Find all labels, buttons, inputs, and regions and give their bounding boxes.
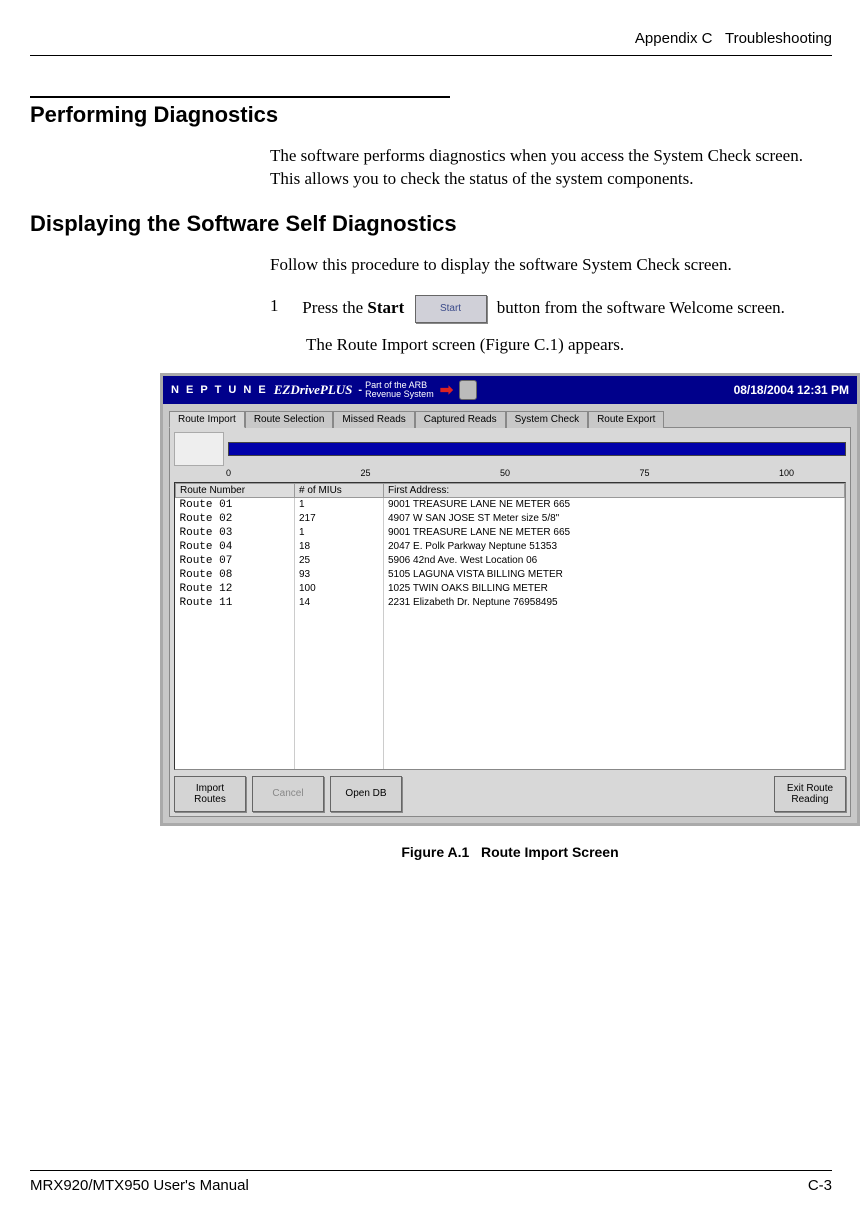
- cell-address: 5105 LAGUNA VISTA BILLING METER: [384, 568, 845, 582]
- header-rule: [30, 55, 832, 56]
- table-row[interactable]: Route 0119001 TREASURE LANE NE METER 665: [176, 497, 845, 512]
- tab-strip: Route Import Route Selection Missed Read…: [169, 411, 851, 428]
- table-row[interactable]: Route 11142231 Elizabeth Dr. Neptune 769…: [176, 596, 845, 610]
- arrow-icon: ➡: [440, 380, 453, 400]
- table-row[interactable]: Route 0319001 TREASURE LANE NE METER 665: [176, 526, 845, 540]
- section-title: Performing Diagnostics: [30, 102, 832, 128]
- tab-route-export[interactable]: Route Export: [588, 411, 664, 428]
- footer-manual-title: MRX920/MTX950 User's Manual: [30, 1177, 249, 1194]
- brand: N E P T U N E: [171, 384, 268, 396]
- table-row-empty: [176, 680, 845, 694]
- step-text: Press the Start Start button from the so…: [302, 298, 785, 317]
- titlebar: N E P T U N E EZDrivePLUS - Part of the …: [163, 376, 857, 404]
- cell-address: 9001 TREASURE LANE NE METER 665: [384, 526, 845, 540]
- figure-caption: Figure A.1 Route Import Screen: [160, 844, 860, 860]
- tab-panel: 0 25 50 75 100 Route Number # of MIUs Fi…: [169, 427, 851, 817]
- cell-mius: 217: [295, 512, 384, 526]
- table-row-empty: [176, 736, 845, 750]
- cell-mius: 25: [295, 554, 384, 568]
- cell-address: 9001 TREASURE LANE NE METER 665: [384, 497, 845, 512]
- button-row: Import Routes Cancel Open DB Exit Route …: [174, 776, 846, 812]
- cell-mius: 100: [295, 582, 384, 596]
- progress-bar: [228, 442, 846, 456]
- section-intro: The software performs diagnostics when y…: [270, 145, 832, 191]
- col-mius[interactable]: # of MIUs: [295, 483, 384, 497]
- tagline: Part of the ARB Revenue System: [365, 381, 434, 399]
- table-row-empty: [176, 624, 845, 638]
- figure-label: Figure A.1: [401, 844, 469, 860]
- step-result: The Route Import screen (Figure C.1) app…: [306, 335, 832, 355]
- chapter-label: Troubleshooting: [725, 30, 832, 47]
- appendix-label: Appendix C: [635, 30, 713, 47]
- page-footer: MRX920/MTX950 User's Manual C-3: [30, 1170, 832, 1194]
- table-row-empty: [176, 708, 845, 722]
- section-rule: [30, 96, 450, 98]
- table-row-empty: [176, 764, 845, 770]
- titlebar-dash: -: [358, 384, 362, 396]
- cell-mius: 18: [295, 540, 384, 554]
- subsection-intro: Follow this procedure to display the sof…: [270, 254, 832, 277]
- datetime: 08/18/2004 12:31 PM: [734, 383, 849, 397]
- cell-mius: 14: [295, 596, 384, 610]
- product-name: EZDrivePLUS: [274, 382, 353, 398]
- cell-address: 2231 Elizabeth Dr. Neptune 76958495: [384, 596, 845, 610]
- tab-missed-reads[interactable]: Missed Reads: [333, 411, 414, 428]
- step-1: 1 Press the Start Start button from the …: [270, 295, 832, 323]
- import-graphic-icon: [174, 432, 224, 466]
- cell-address: 5906 42nd Ave. West Location 06: [384, 554, 845, 568]
- col-route-number[interactable]: Route Number: [176, 483, 295, 497]
- cell-address: 4907 W SAN JOSE ST Meter size 5/8": [384, 512, 845, 526]
- table-row-empty: [176, 722, 845, 736]
- tab-captured-reads[interactable]: Captured Reads: [415, 411, 506, 428]
- cell-mius: 1: [295, 497, 384, 512]
- subsection-title: Displaying the Software Self Diagnostics: [30, 211, 832, 237]
- table-row[interactable]: Route 04182047 E. Polk Parkway Neptune 5…: [176, 540, 845, 554]
- cell-mius: 1: [295, 526, 384, 540]
- table-row[interactable]: Route 121001025 TWIN OAKS BILLING METER: [176, 582, 845, 596]
- table-row-empty: [176, 694, 845, 708]
- progress-scale: 0 25 50 75 100: [174, 468, 846, 478]
- cell-mius: 93: [295, 568, 384, 582]
- figure-title: Route Import Screen: [481, 844, 619, 860]
- tab-system-check[interactable]: System Check: [506, 411, 588, 428]
- cell-route: Route 11: [176, 596, 295, 610]
- table-row-empty: [176, 652, 845, 666]
- table-row[interactable]: Route 08935105 LAGUNA VISTA BILLING METE…: [176, 568, 845, 582]
- database-icon: [459, 380, 477, 400]
- cancel-button: Cancel: [252, 776, 324, 812]
- cell-route: Route 02: [176, 512, 295, 526]
- cell-address: 2047 E. Polk Parkway Neptune 51353: [384, 540, 845, 554]
- table-row-empty: [176, 610, 845, 624]
- tab-route-selection[interactable]: Route Selection: [245, 411, 334, 428]
- cell-route: Route 08: [176, 568, 295, 582]
- start-button-inline[interactable]: Start: [415, 295, 487, 323]
- footer-rule: [30, 1170, 832, 1171]
- tab-route-import[interactable]: Route Import: [169, 411, 245, 428]
- footer-page-number: C-3: [808, 1177, 832, 1194]
- table-row-empty: [176, 666, 845, 680]
- import-routes-button[interactable]: Import Routes: [174, 776, 246, 812]
- table-row-empty: [176, 750, 845, 764]
- cell-route: Route 12: [176, 582, 295, 596]
- cell-route: Route 01: [176, 497, 295, 512]
- cell-route: Route 03: [176, 526, 295, 540]
- step-number: 1: [270, 295, 298, 318]
- table-row[interactable]: Route 07255906 42nd Ave. West Location 0…: [176, 554, 845, 568]
- route-import-screenshot: N E P T U N E EZDrivePLUS - Part of the …: [160, 373, 860, 826]
- cell-route: Route 04: [176, 540, 295, 554]
- open-db-button[interactable]: Open DB: [330, 776, 402, 812]
- col-first-address[interactable]: First Address:: [384, 483, 845, 497]
- exit-route-reading-button[interactable]: Exit Route Reading: [774, 776, 846, 812]
- table-row[interactable]: Route 022174907 W SAN JOSE ST Meter size…: [176, 512, 845, 526]
- cell-address: 1025 TWIN OAKS BILLING METER: [384, 582, 845, 596]
- cell-route: Route 07: [176, 554, 295, 568]
- route-table[interactable]: Route Number # of MIUs First Address: Ro…: [174, 482, 846, 770]
- running-header: Appendix C Troubleshooting: [30, 30, 832, 47]
- table-row-empty: [176, 638, 845, 652]
